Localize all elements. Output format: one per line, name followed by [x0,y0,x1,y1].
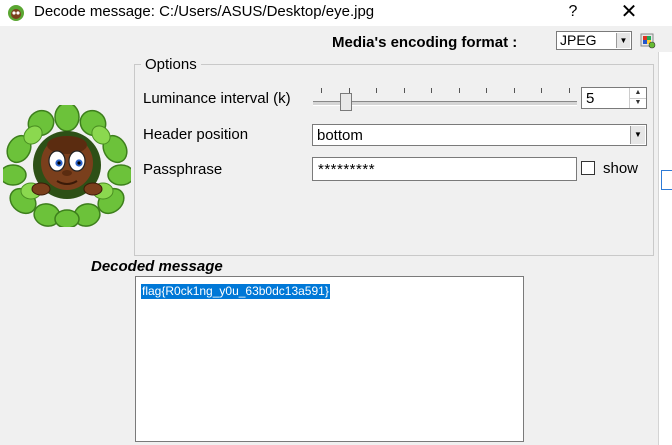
chevron-down-icon[interactable]: ▼ [616,33,630,48]
mascot-illustration [3,105,131,227]
header-position-select[interactable]: bottom ▼ [312,124,647,146]
show-passphrase-label[interactable]: show [603,160,638,177]
slider-tick [404,88,405,93]
slider-track [313,101,577,106]
slider-tick [376,88,377,93]
spin-down-icon[interactable]: ▼ [630,98,646,108]
slider-tick [321,88,322,93]
slider-thumb[interactable] [340,93,352,111]
encoding-format-select[interactable]: JPEG ▼ [556,31,632,50]
luminance-slider[interactable] [313,85,577,111]
luminance-value[interactable]: 5 [586,90,594,107]
encoding-format-label: Media's encoding format : [332,34,518,51]
luminance-spinbox[interactable]: 5 ▲ ▼ [581,87,647,109]
header-position-label: Header position [143,126,249,143]
slider-tick [431,88,432,93]
mascot-app-icon [8,5,24,21]
title-bar: Decode message: C:/Users/ASUS/Desktop/ey… [0,0,672,26]
decoded-message-label: Decoded message [91,258,223,275]
decoded-message-text[interactable]: flag{R0ck1ng_y0u_63b0dc13a591} [141,284,330,299]
background-fragment-icon [661,170,672,190]
passphrase-value[interactable]: ********* [318,161,375,178]
luminance-label: Luminance interval (k) [143,90,291,107]
background-window-edge [658,52,672,445]
slider-tick [459,88,460,93]
slider-tick [569,88,570,93]
options-legend: Options [141,56,201,73]
decoded-message-textarea[interactable]: flag{R0ck1ng_y0u_63b0dc13a591} [135,276,524,442]
passphrase-input[interactable]: ********* [312,157,577,181]
slider-tick [514,88,515,93]
slider-tick [541,88,542,93]
slider-tick [486,88,487,93]
slider-tick [349,88,350,93]
encoding-format-value: JPEG [560,32,597,48]
spin-buttons: ▲ ▼ [629,88,646,108]
help-button[interactable]: ? [562,1,584,23]
palette-info-icon[interactable] [640,33,656,49]
passphrase-label: Passphrase [143,161,223,178]
header-position-value: bottom [317,127,363,144]
chevron-down-icon[interactable]: ▼ [630,126,645,144]
show-passphrase-checkbox[interactable] [581,161,595,175]
close-button[interactable]: ✕ [615,0,643,24]
window-title: Decode message: C:/Users/ASUS/Desktop/ey… [34,3,375,20]
